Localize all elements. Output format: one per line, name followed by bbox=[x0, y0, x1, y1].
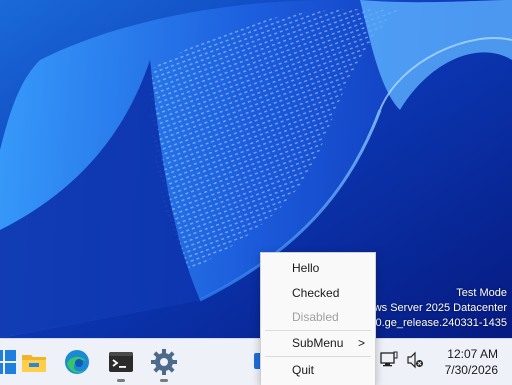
menu-item-label: Hello bbox=[292, 261, 320, 275]
terminal-icon[interactable] bbox=[105, 346, 137, 382]
edge-browser-icon[interactable] bbox=[61, 346, 93, 378]
menu-item-label: SubMenu bbox=[292, 336, 344, 350]
menu-item-disabled: Disabled bbox=[261, 305, 375, 329]
windows-start-icon[interactable] bbox=[0, 346, 20, 378]
network-icon[interactable] bbox=[380, 351, 398, 369]
menu-item-label: Checked bbox=[292, 286, 340, 300]
clock-time: 12:07 AM bbox=[447, 347, 498, 361]
menu-item-quit[interactable]: Quit bbox=[261, 358, 375, 382]
clock-date: 7/30/2026 bbox=[444, 363, 498, 377]
watermark-line-3: 00.ge_release.240331-1435 bbox=[369, 317, 507, 329]
system-clock[interactable]: 12:07 AM 7/30/2026 bbox=[445, 346, 498, 378]
menu-item-hello[interactable]: Hello bbox=[261, 256, 375, 280]
menu-item-label: Quit bbox=[292, 363, 315, 377]
file-explorer-icon[interactable] bbox=[18, 346, 50, 378]
tray-context-menu: Hello Checked Disabled SubMenu > Quit bbox=[260, 252, 376, 385]
watermark-line-1: Test Mode bbox=[456, 287, 507, 299]
running-indicator bbox=[160, 379, 168, 382]
desktop-wallpaper: Test Mode ws Server 2025 Datacenter 00.g… bbox=[0, 0, 512, 338]
settings-gear-icon[interactable] bbox=[148, 346, 180, 382]
menu-separator bbox=[265, 356, 371, 357]
menu-item-label: Disabled bbox=[292, 310, 339, 324]
running-indicator bbox=[117, 379, 125, 382]
test-mode-watermark: Test Mode ws Server 2025 Datacenter 00.g… bbox=[369, 286, 507, 331]
menu-item-submenu[interactable]: SubMenu > bbox=[261, 331, 375, 355]
menu-item-checked[interactable]: Checked bbox=[261, 281, 375, 305]
speaker-muted-icon[interactable] bbox=[406, 351, 424, 369]
chevron-right-icon: > bbox=[357, 336, 365, 350]
watermark-line-2: ws Server 2025 Datacenter bbox=[373, 302, 507, 314]
